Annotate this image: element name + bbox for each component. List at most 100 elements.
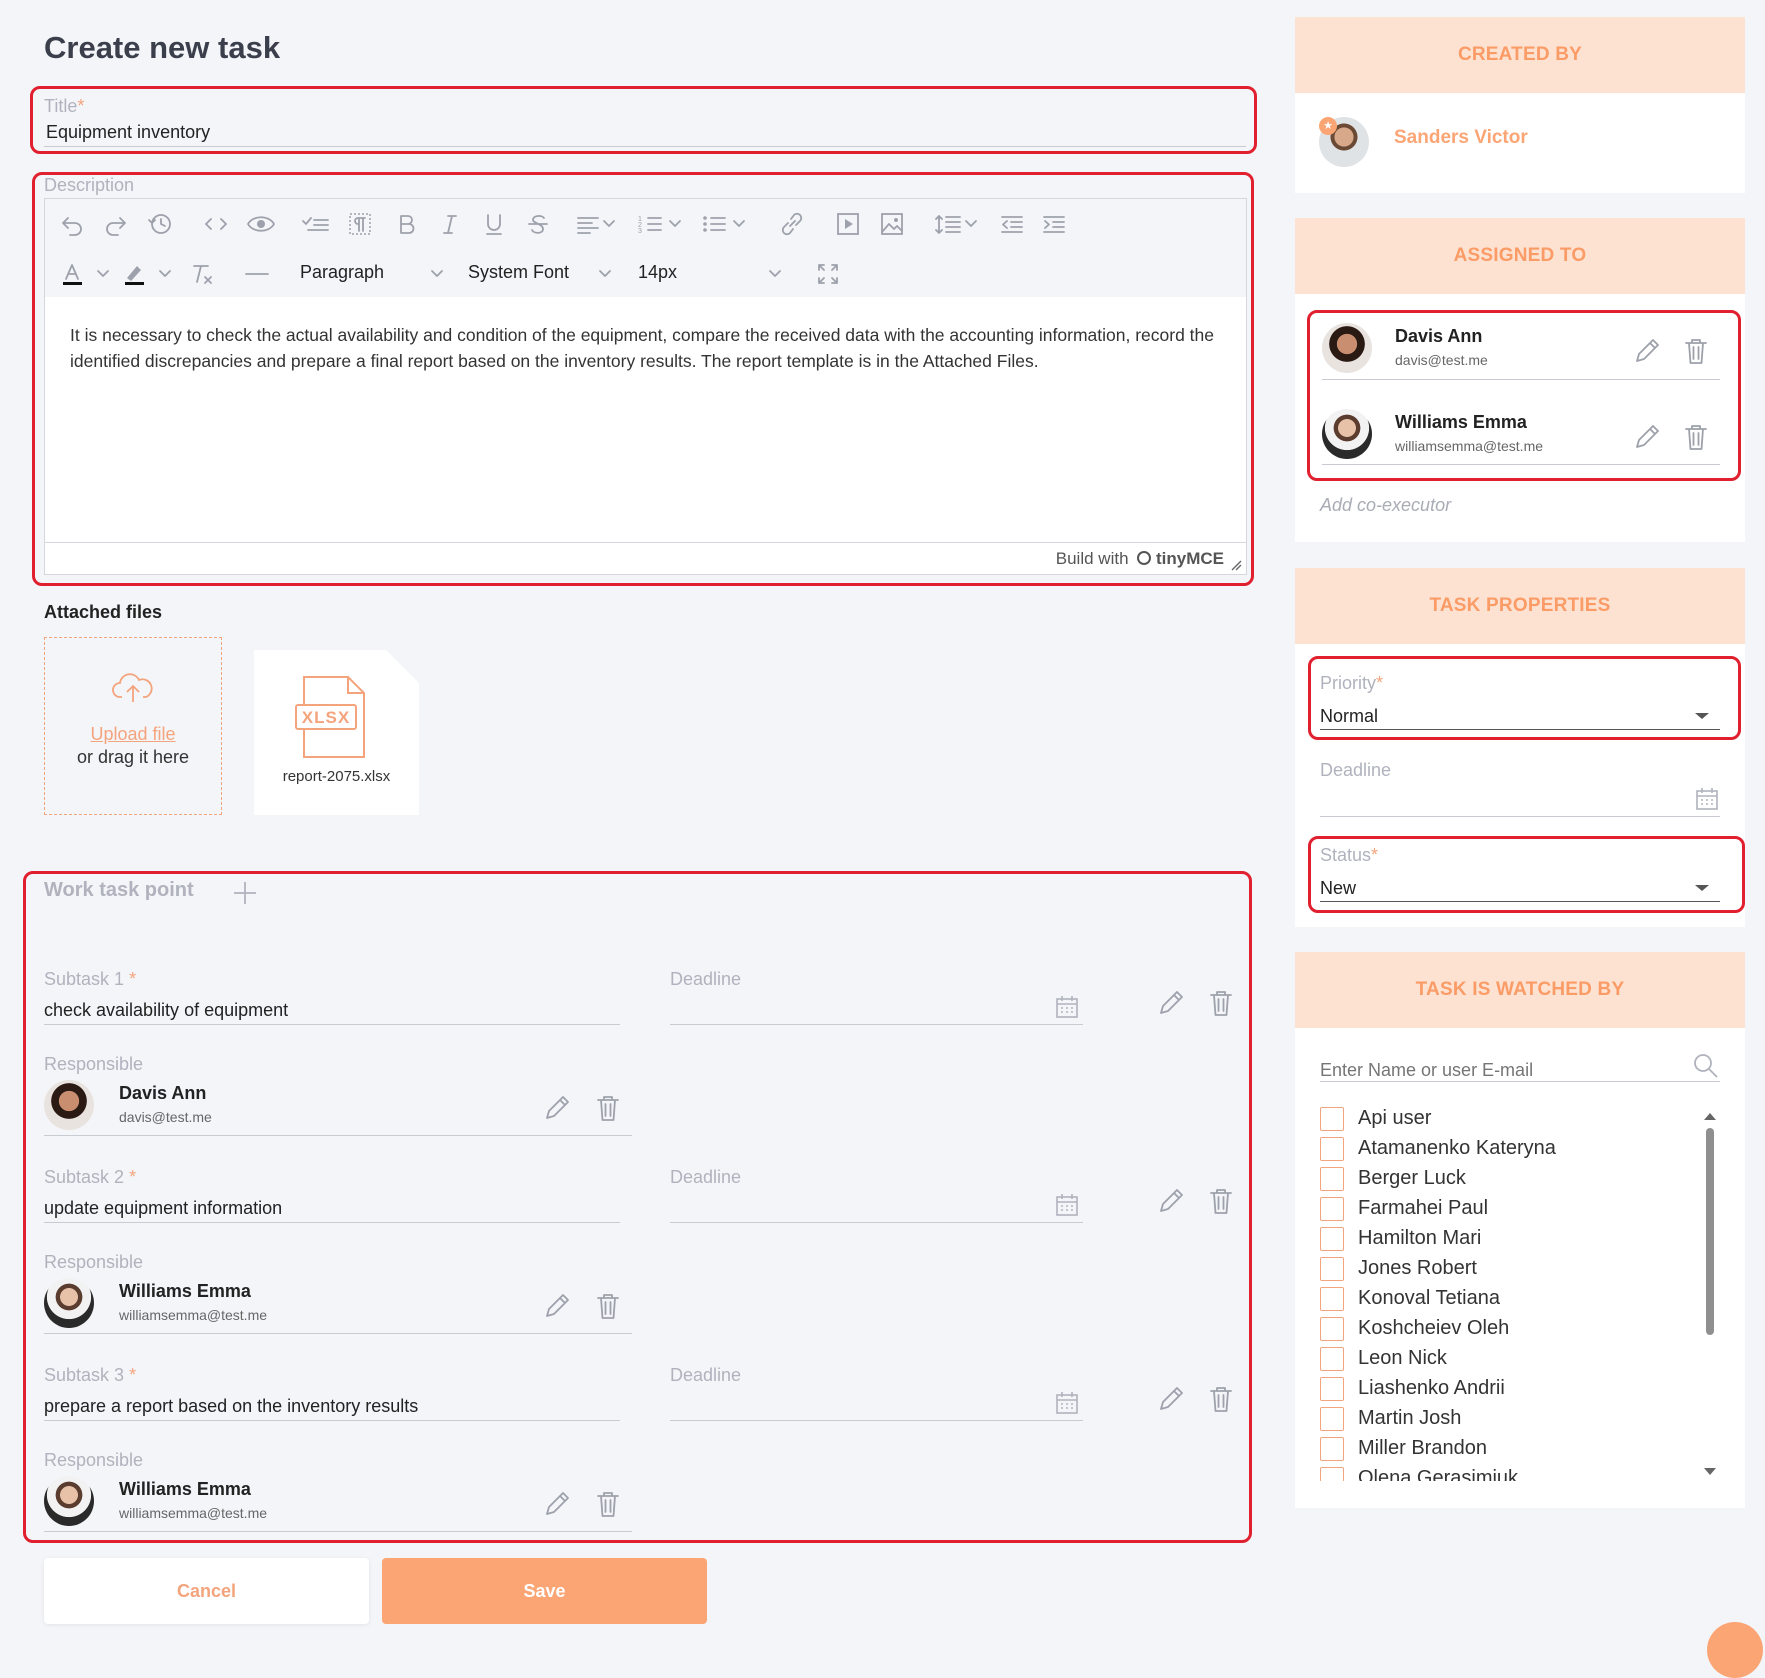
show-blocks-icon[interactable]	[346, 210, 374, 238]
edit-pencil-icon[interactable]	[1632, 422, 1662, 452]
watcher-checkbox[interactable]	[1320, 1257, 1344, 1281]
redo-icon[interactable]	[102, 210, 130, 238]
align-left-icon[interactable]	[574, 210, 602, 238]
undo-icon[interactable]	[58, 210, 86, 238]
watcher-checkbox[interactable]	[1320, 1317, 1344, 1341]
watcher-item[interactable]: Konoval Tetiana	[1318, 1287, 1698, 1313]
caret-down-icon[interactable]	[1694, 710, 1710, 722]
edit-pencil-icon[interactable]	[1156, 1186, 1186, 1216]
watcher-item[interactable]: Leon Nick	[1318, 1347, 1698, 1373]
media-icon[interactable]	[834, 210, 862, 238]
line-height-chevron-icon[interactable]	[964, 216, 978, 230]
watcher-checkbox[interactable]	[1320, 1467, 1344, 1481]
upload-dropzone[interactable]: Upload file or drag it here	[44, 637, 222, 815]
calendar-icon[interactable]	[1694, 786, 1720, 812]
priority-select[interactable]: Normal	[1320, 706, 1378, 727]
watcher-item[interactable]: Olena Gerasimiuk	[1318, 1467, 1698, 1481]
trash-icon[interactable]	[594, 1093, 622, 1123]
strikethrough-icon[interactable]	[524, 210, 552, 238]
watcher-item[interactable]: Martin Josh	[1318, 1407, 1698, 1433]
bullet-list-icon[interactable]	[700, 210, 728, 238]
trash-icon[interactable]	[594, 1291, 622, 1321]
bold-icon[interactable]	[392, 210, 420, 238]
watcher-item[interactable]: Koshcheiev Oleh	[1318, 1317, 1698, 1343]
trash-icon[interactable]	[594, 1489, 622, 1519]
watcher-item[interactable]: Berger Luck	[1318, 1167, 1698, 1193]
highlight-color-icon[interactable]	[120, 260, 148, 288]
watcher-checkbox[interactable]	[1320, 1137, 1344, 1161]
watcher-checkbox[interactable]	[1320, 1167, 1344, 1191]
calendar-icon[interactable]	[1054, 994, 1080, 1020]
trash-icon[interactable]	[1682, 336, 1710, 366]
align-dropdown-chevron-icon[interactable]	[602, 216, 616, 230]
add-co-executor-link[interactable]: Add co-executor	[1320, 495, 1451, 516]
indent-icon[interactable]	[1040, 210, 1068, 238]
scrollbar-thumb[interactable]	[1706, 1128, 1714, 1335]
subtask-1-input[interactable]: check availability of equipment	[44, 1000, 288, 1021]
clear-formatting-icon[interactable]	[188, 260, 216, 288]
trash-icon[interactable]	[1207, 988, 1235, 1018]
calendar-icon[interactable]	[1054, 1192, 1080, 1218]
bullet-list-chevron-icon[interactable]	[732, 216, 746, 230]
subtask-2-input[interactable]: update equipment information	[44, 1198, 282, 1219]
watcher-checkbox[interactable]	[1320, 1407, 1344, 1431]
checklist-icon[interactable]	[300, 210, 332, 238]
numbered-list-chevron-icon[interactable]	[668, 216, 682, 230]
trash-icon[interactable]	[1682, 422, 1710, 452]
numbered-list-icon[interactable]: 123	[636, 210, 664, 238]
watcher-item[interactable]: Liashenko Andrii	[1318, 1377, 1698, 1403]
edit-pencil-icon[interactable]	[542, 1093, 572, 1123]
watcher-checkbox[interactable]	[1320, 1287, 1344, 1311]
watcher-item[interactable]: Atamanenko Kateryna	[1318, 1137, 1698, 1163]
font-select[interactable]: System Font	[468, 262, 618, 283]
italic-icon[interactable]	[436, 210, 464, 238]
underline-icon[interactable]	[480, 210, 508, 238]
trash-icon[interactable]	[1207, 1384, 1235, 1414]
scroll-up-arrow-icon[interactable]	[1703, 1110, 1717, 1122]
watcher-checkbox[interactable]	[1320, 1197, 1344, 1221]
code-icon[interactable]	[202, 210, 230, 238]
watcher-item[interactable]: Miller Brandon	[1318, 1437, 1698, 1463]
edit-pencil-icon[interactable]	[542, 1291, 572, 1321]
trash-icon[interactable]	[1207, 1186, 1235, 1216]
highlight-chevron-icon[interactable]	[158, 266, 172, 280]
text-color-icon[interactable]	[58, 260, 86, 288]
save-button[interactable]: Save	[382, 1558, 707, 1624]
edit-pencil-icon[interactable]	[1632, 336, 1662, 366]
cancel-button[interactable]: Cancel	[44, 1558, 369, 1624]
watcher-search-input[interactable]	[1320, 1056, 1680, 1084]
search-icon[interactable]	[1692, 1052, 1720, 1080]
floating-action-button[interactable]	[1707, 1622, 1763, 1678]
outdent-icon[interactable]	[998, 210, 1026, 238]
editor-content[interactable]: It is necessary to check the actual avai…	[70, 322, 1220, 374]
editor-branding[interactable]: Build with tinyMCE	[1056, 549, 1224, 569]
image-icon[interactable]	[878, 210, 906, 238]
calendar-icon[interactable]	[1054, 1390, 1080, 1416]
subtask-3-input[interactable]: prepare a report based on the inventory …	[44, 1396, 418, 1417]
history-icon[interactable]	[146, 210, 174, 238]
title-input[interactable]: Equipment inventory	[46, 122, 210, 143]
watcher-item[interactable]: Hamilton Mari	[1318, 1227, 1698, 1253]
add-subtask-icon[interactable]	[232, 880, 258, 906]
text-color-chevron-icon[interactable]	[96, 266, 110, 280]
watcher-checkbox[interactable]	[1320, 1437, 1344, 1461]
upload-file-link[interactable]: Upload file	[45, 724, 221, 745]
horizontal-line-icon[interactable]	[242, 260, 272, 288]
line-height-icon[interactable]	[934, 210, 962, 238]
scroll-down-arrow-icon[interactable]	[1703, 1466, 1717, 1478]
watcher-item[interactable]: Farmahei Paul	[1318, 1197, 1698, 1223]
attached-file-card[interactable]: XLSX report-2075.xlsx	[254, 650, 419, 815]
font-size-select[interactable]: 14px	[638, 262, 788, 283]
fullscreen-icon[interactable]	[814, 260, 842, 288]
watcher-item[interactable]: Api user	[1318, 1107, 1698, 1133]
resize-handle-icon[interactable]	[1230, 559, 1242, 571]
edit-pencil-icon[interactable]	[1156, 988, 1186, 1018]
watcher-checkbox[interactable]	[1320, 1347, 1344, 1371]
preview-eye-icon[interactable]	[246, 210, 276, 238]
watcher-checkbox[interactable]	[1320, 1377, 1344, 1401]
link-icon[interactable]	[778, 210, 806, 238]
edit-pencil-icon[interactable]	[542, 1489, 572, 1519]
caret-down-icon[interactable]	[1694, 882, 1710, 894]
watcher-checkbox[interactable]	[1320, 1227, 1344, 1251]
status-select[interactable]: New	[1320, 878, 1356, 899]
